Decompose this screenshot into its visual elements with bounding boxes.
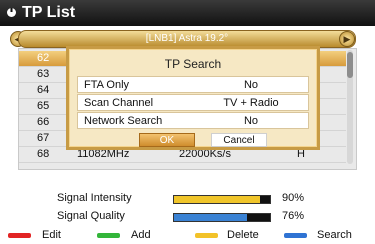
signal-quality-label: Signal Quality [57,210,125,222]
network-search-value: No [243,115,259,127]
fta-only-label: FTA Only [84,79,130,91]
signal-intensity-label: Signal Intensity [57,192,132,204]
tp-number: 67 [37,132,50,144]
scan-channel-label: Scan Channel [84,97,154,109]
signal-quality-value: 76% [282,210,305,222]
delete-help-label[interactable]: Delete [227,226,259,244]
edit-help-label[interactable]: Edit [42,226,61,244]
scan-channel-option[interactable]: Scan Channel TV + Radio [77,94,309,111]
tp-number: 64 [37,84,50,96]
signal-intensity-fill [174,196,261,203]
tp-number: 68 [37,148,50,160]
tp-number: 65 [37,100,50,112]
green-key-icon [97,233,120,238]
ok-button[interactable]: OK [139,133,195,147]
tp-number: 66 [37,116,50,128]
satellite-dish-icon [7,8,16,17]
page-title: TP List [22,4,76,21]
signal-quality-bar [173,213,271,222]
next-satellite-arrow-icon[interactable]: ▶ [339,31,355,47]
tp-list-scrollbar[interactable] [347,50,353,164]
add-help-label[interactable]: Add [131,226,151,244]
network-search-label: Network Search [84,115,163,127]
tp-number: 62 [37,52,50,64]
fta-only-option[interactable]: FTA Only No [77,76,309,93]
dialog-title: TP Search [164,57,222,71]
title-bar: TP List [0,0,375,26]
red-key-icon [8,233,31,238]
scrollbar-thumb[interactable] [347,52,353,78]
yellow-key-icon [195,233,218,238]
help-bar: Edit Add Delete Search [0,226,375,244]
signal-intensity-bar [173,195,271,204]
tp-number: 63 [37,68,50,80]
signal-intensity-value: 90% [282,192,305,204]
cancel-button[interactable]: Cancel [211,133,267,147]
scan-channel-value: TV + Radio [223,97,279,109]
blue-key-icon [284,233,307,238]
fta-only-value: No [243,79,259,91]
search-help-label[interactable]: Search [317,226,352,244]
signal-quality-fill [174,214,247,221]
network-search-option[interactable]: Network Search No [77,112,309,129]
tp-search-dialog: TP Search FTA Only No Scan Channel TV + … [66,46,320,150]
